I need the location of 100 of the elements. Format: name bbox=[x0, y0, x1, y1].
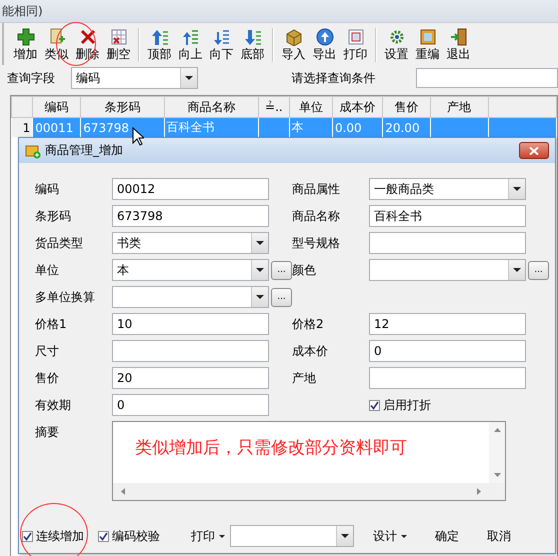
checkbox[interactable] bbox=[22, 530, 33, 542]
input-field[interactable]: 百科全书 bbox=[369, 205, 526, 227]
toolbar-button[interactable]: 重编 bbox=[413, 28, 442, 62]
column-header[interactable]: 成本价 bbox=[332, 96, 383, 118]
column-header[interactable]: 单位 bbox=[289, 96, 332, 118]
field-label: 颜色 bbox=[292, 262, 317, 278]
print-template-dropdown[interactable] bbox=[230, 525, 354, 547]
dropdown-field[interactable]: 书类 bbox=[112, 232, 269, 254]
plus-icon bbox=[16, 28, 34, 46]
input-field[interactable]: 0 bbox=[369, 340, 526, 362]
input-field[interactable]: 00012 bbox=[112, 178, 269, 200]
caret-icon bbox=[219, 534, 225, 538]
query-field-label: 查询字段 bbox=[7, 70, 56, 86]
toolbar-button[interactable]: 导出 bbox=[310, 28, 339, 62]
dropdown-arrow-icon bbox=[513, 187, 521, 191]
field-label: 尺寸 bbox=[35, 342, 60, 360]
table-cell: 00011 bbox=[32, 118, 81, 138]
column-header[interactable]: ≟.. bbox=[258, 96, 290, 118]
table-cell: 0.00 bbox=[332, 118, 383, 138]
ellipsis-button[interactable]: ... bbox=[271, 288, 292, 306]
field-label: 售价 bbox=[35, 370, 60, 386]
input-field[interactable]: 12 bbox=[369, 313, 526, 335]
query-field-dropdown[interactable]: 编码 bbox=[71, 67, 198, 89]
scroll-right-icon[interactable] bbox=[477, 488, 481, 495]
field-label: 条形码 bbox=[35, 208, 72, 224]
input-field[interactable]: 0 bbox=[112, 394, 269, 416]
horizontal-scrollbar[interactable] bbox=[113, 483, 505, 500]
scroll-down-icon[interactable] bbox=[494, 473, 500, 477]
box-icon bbox=[284, 28, 302, 46]
input-field[interactable] bbox=[369, 232, 526, 254]
field-label: 成本价 bbox=[292, 342, 329, 360]
field-label: 产地 bbox=[292, 370, 317, 386]
gear-icon bbox=[388, 28, 406, 46]
field-label: 编码 bbox=[35, 180, 60, 198]
checkbox-label: 连续增加 bbox=[36, 528, 84, 544]
dropdown-field[interactable] bbox=[112, 286, 269, 308]
toolbar-button[interactable]: 设置 bbox=[382, 28, 411, 62]
table-cell: 673798 bbox=[80, 118, 164, 138]
arrow-down-icon bbox=[244, 28, 262, 46]
cancel-button[interactable]: 取消 bbox=[484, 526, 514, 546]
toolbar-button[interactable]: 向上 bbox=[176, 28, 205, 62]
scroll-left-icon[interactable] bbox=[121, 488, 125, 495]
dropdown-field[interactable]: 本 bbox=[112, 259, 269, 281]
toolbar-button[interactable]: 顶部 bbox=[145, 28, 174, 62]
memo-field[interactable]: 类似增加后，只需修改部分资料即可 bbox=[112, 421, 506, 501]
ellipsis-button[interactable]: ... bbox=[528, 260, 549, 280]
column-header[interactable]: 编码 bbox=[32, 96, 81, 118]
toolbar-button[interactable]: 底部 bbox=[238, 28, 267, 62]
query-input-field[interactable] bbox=[416, 68, 558, 88]
input-field[interactable]: 10 bbox=[112, 313, 269, 335]
mouse-cursor-icon bbox=[132, 127, 144, 146]
toolbar-button[interactable]: 退出 bbox=[444, 28, 473, 62]
dropdown-arrow-icon bbox=[256, 241, 264, 245]
vertical-scrollbar[interactable] bbox=[489, 422, 505, 483]
dialog-title: 商品管理_增加 bbox=[45, 142, 124, 159]
column-header[interactable]: 商品名称 bbox=[164, 96, 259, 118]
dropdown-field[interactable]: 一般商品类 bbox=[369, 178, 526, 200]
door-exit-icon bbox=[450, 28, 468, 46]
print-menu-button[interactable]: 打印 bbox=[188, 526, 228, 546]
toolbar-button[interactable]: 打印 bbox=[341, 28, 370, 62]
column-header[interactable]: 条形码 bbox=[80, 96, 164, 118]
column-header[interactable]: 产地 bbox=[430, 96, 488, 118]
field-label: 价格1 bbox=[35, 316, 68, 332]
scroll-up-icon[interactable] bbox=[494, 428, 500, 432]
toolbar-button[interactable]: 删空 bbox=[104, 28, 133, 62]
dropdown-arrow-icon bbox=[341, 534, 349, 538]
ellipsis-button[interactable]: ... bbox=[271, 260, 292, 280]
input-field[interactable] bbox=[112, 340, 269, 362]
dropdown-arrow-icon bbox=[184, 76, 193, 80]
field-label: 货品类型 bbox=[35, 234, 84, 252]
table-row[interactable]: 1 00011 673798 百科全书 本 0.00 20.00 bbox=[12, 118, 556, 138]
sort-down-icon bbox=[212, 28, 230, 46]
close-button[interactable] bbox=[519, 142, 549, 159]
checkbox-label: 编码校验 bbox=[112, 528, 160, 544]
input-field[interactable]: 20 bbox=[112, 367, 269, 389]
toolbar-button[interactable]: 增加 bbox=[11, 28, 40, 62]
dropdown-field[interactable] bbox=[369, 259, 526, 281]
field-label: 摘要 bbox=[35, 424, 60, 441]
table-cell: 百科全书 bbox=[164, 118, 259, 138]
caret-icon bbox=[401, 534, 407, 538]
field-label: 有效期 bbox=[35, 396, 72, 414]
query-condition-label: 请选择查询条件 bbox=[292, 70, 377, 86]
picture-frame-icon bbox=[418, 28, 436, 46]
field-label: 单位 bbox=[35, 262, 60, 278]
toolbar-button[interactable]: 导入 bbox=[279, 28, 308, 62]
column-header[interactable]: 售价 bbox=[382, 96, 430, 118]
checkbox[interactable] bbox=[369, 400, 380, 410]
ok-button[interactable]: 确定 bbox=[432, 526, 462, 546]
field-label: 商品属性 bbox=[292, 180, 341, 198]
toolbar-button[interactable]: 向下 bbox=[207, 28, 236, 62]
checkbox[interactable] bbox=[98, 530, 109, 542]
design-menu-button[interactable]: 设计 bbox=[370, 526, 410, 546]
field-label: 型号规格 bbox=[292, 234, 341, 252]
annotation-circle bbox=[20, 503, 88, 556]
close-icon bbox=[78, 28, 96, 46]
field-label: 价格2 bbox=[292, 316, 325, 332]
input-field[interactable]: 673798 bbox=[112, 205, 269, 227]
memo-text: 类似增加后，只需修改部分资料即可 bbox=[134, 437, 407, 459]
close-icon bbox=[529, 146, 539, 154]
input-field[interactable] bbox=[369, 367, 526, 389]
